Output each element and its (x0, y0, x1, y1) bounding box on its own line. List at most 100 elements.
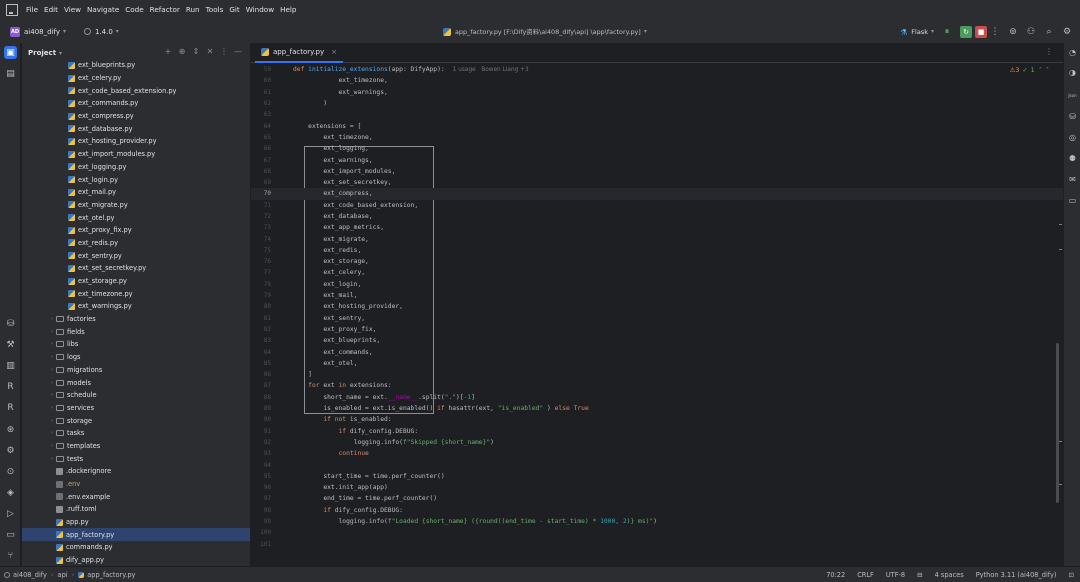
line-number[interactable]: 84 (251, 349, 271, 356)
line-number[interactable]: 76 (251, 258, 271, 265)
expand-collapse-icon[interactable]: ⇕ (190, 47, 202, 56)
code-line[interactable]: 75 ext_redis, (251, 245, 1063, 256)
tree-folder[interactable]: › migrations (22, 364, 250, 377)
line-number[interactable]: 87 (251, 382, 271, 389)
line-number[interactable]: 98 (251, 507, 271, 514)
line-number[interactable]: 68 (251, 168, 271, 175)
tree-folder[interactable]: › templates (22, 440, 250, 453)
tree-file[interactable]: commands.py (22, 541, 250, 554)
tree-file[interactable]: ext_logging.py (22, 161, 250, 174)
line-number[interactable]: 89 (251, 405, 271, 412)
menu-navigate[interactable]: Navigate (87, 5, 119, 14)
line-number[interactable]: 63 (251, 111, 271, 118)
user-icon[interactable]: ⚇ (1026, 27, 1036, 37)
line-number[interactable]: 101 (251, 541, 271, 548)
line-number[interactable]: 96 (251, 484, 271, 491)
r-environment-icon[interactable]: R (4, 401, 17, 414)
code-line[interactable]: 88 short_name = ext.__name__.split(".")[… (251, 392, 1063, 403)
tree-file[interactable]: app_factory.py (22, 528, 250, 542)
code-line[interactable]: 71 ext_code_based_extension, (251, 200, 1063, 211)
tree-file[interactable]: app.py (22, 516, 250, 529)
menu-refactor[interactable]: Refactor (150, 5, 180, 14)
line-number[interactable]: 99 (251, 518, 271, 525)
line-number[interactable]: 69 (251, 179, 271, 186)
tab-app-factory[interactable]: app_factory.py × (255, 43, 344, 63)
code-line[interactable]: 101 (251, 538, 1063, 549)
tree-file[interactable]: ext_otel.py (22, 211, 250, 224)
crumb-project[interactable]: ai408_dify (13, 571, 47, 579)
line-number[interactable]: 92 (251, 439, 271, 446)
line-number[interactable]: 64 (251, 123, 271, 130)
code-line[interactable]: 99 logging.info(f"Loaded {short_name} ({… (251, 516, 1063, 527)
line-number[interactable]: 90 (251, 416, 271, 423)
code-line[interactable]: 65 ext_timezone, (251, 132, 1063, 143)
code-line[interactable]: 100 (251, 527, 1063, 538)
code-line[interactable]: 63 (251, 109, 1063, 120)
line-number[interactable]: 73 (251, 224, 271, 231)
search-icon[interactable]: ⌕ (1044, 27, 1054, 37)
code-line[interactable]: 78 ext_login, (251, 279, 1063, 290)
tree-file[interactable]: .dockerignore (22, 465, 250, 478)
chevron-down-icon[interactable]: ˅ (1046, 67, 1049, 74)
tree-file[interactable]: .env (22, 478, 250, 491)
code-line[interactable]: 79 ext_mail, (251, 290, 1063, 301)
chevron-right-icon[interactable]: › (48, 329, 56, 335)
tree-folder[interactable]: › tasks (22, 427, 250, 440)
code-line[interactable]: 59 def initialize_extensions(app: DifyApp… (251, 64, 1063, 75)
agent-icon[interactable]: ⚉ (1067, 153, 1078, 164)
notifications-icon[interactable]: ◔ (1067, 47, 1078, 58)
line-number[interactable]: 65 (251, 134, 271, 141)
tree-file[interactable]: ext_hosting_provider.py (22, 135, 250, 148)
structure-icon[interactable]: ▤ (4, 67, 17, 80)
python-console-icon[interactable]: ◈ (4, 486, 17, 499)
tree-file[interactable]: ext_proxy_fix.py (22, 224, 250, 237)
chevron-right-icon[interactable]: › (48, 430, 56, 436)
code-line[interactable]: 90 if not is_enabled: (251, 414, 1063, 425)
code-line[interactable]: 61 ext_warnings, (251, 87, 1063, 98)
code-line[interactable]: 72 ext_database, (251, 211, 1063, 222)
problems-icon[interactable]: ⊙ (4, 465, 17, 478)
plugins-icon[interactable]: ⚙ (4, 444, 17, 457)
copilot-icon[interactable]: ◎ (1067, 132, 1078, 143)
inspection-widget[interactable]: ⚠ 3 ✓ 1 ˄ ˅ (1010, 67, 1049, 74)
tree-folder[interactable]: › factories (22, 313, 250, 326)
tree-file[interactable]: ext_storage.py (22, 275, 250, 288)
line-number[interactable]: 75 (251, 247, 271, 254)
code-line[interactable]: 91 if dify_config.DEBUG: (251, 426, 1063, 437)
code-line[interactable]: 83 ext_blueprints, (251, 335, 1063, 346)
chevron-right-icon[interactable]: › (48, 367, 56, 373)
code-line[interactable]: 69 ext_set_secretkey, (251, 177, 1063, 188)
tree-file[interactable]: dify_app.py (22, 554, 250, 566)
tree-file[interactable]: .env.example (22, 490, 250, 503)
code-line[interactable]: 96 ext.init_app(app) (251, 482, 1063, 493)
line-separator[interactable]: CRLF (857, 571, 874, 579)
tree-file[interactable]: ext_sentry.py (22, 249, 250, 262)
line-number[interactable]: 61 (251, 89, 271, 96)
tree-file[interactable]: ext_commands.py (22, 97, 250, 110)
notebook-icon[interactable]: ▥ (4, 359, 17, 372)
code-line[interactable]: 64 extensions = [ (251, 120, 1063, 131)
code-line[interactable]: 92 logging.info(f"Skipped {short_name}") (251, 437, 1063, 448)
code-line[interactable]: 95 start_time = time.perf_counter() (251, 471, 1063, 482)
menu-window[interactable]: Window (246, 5, 274, 14)
lock-icon[interactable]: ⊡ (1068, 571, 1074, 579)
code-line[interactable]: 84 ext_commands, (251, 346, 1063, 357)
tree-file[interactable]: ext_celery.py (22, 72, 250, 85)
menu-help[interactable]: Help (280, 5, 296, 14)
build-hammer-icon[interactable]: ⚒ (4, 338, 17, 351)
tree-folder[interactable]: › services (22, 402, 250, 415)
code-line[interactable]: 98 if dify_config.DEBUG: (251, 505, 1063, 516)
caret-position[interactable]: 70:22 (826, 571, 845, 579)
tree-file[interactable]: ext_blueprints.py (22, 59, 250, 72)
line-number[interactable]: 67 (251, 157, 271, 164)
tree-folder[interactable]: › tests (22, 452, 250, 465)
code-line[interactable]: 67 ext_warnings, (251, 154, 1063, 165)
ide-logo-icon[interactable] (6, 3, 18, 16)
line-number[interactable]: 88 (251, 394, 271, 401)
code-line[interactable]: 85 ext_otel, (251, 358, 1063, 369)
json-icon[interactable]: Json (1067, 90, 1078, 101)
code-line[interactable]: 80 ext_hosting_provider, (251, 301, 1063, 312)
locate-icon[interactable]: ⊕ (176, 47, 188, 56)
git-icon[interactable]: ⑂ (4, 549, 17, 562)
line-number[interactable]: 66 (251, 145, 271, 152)
